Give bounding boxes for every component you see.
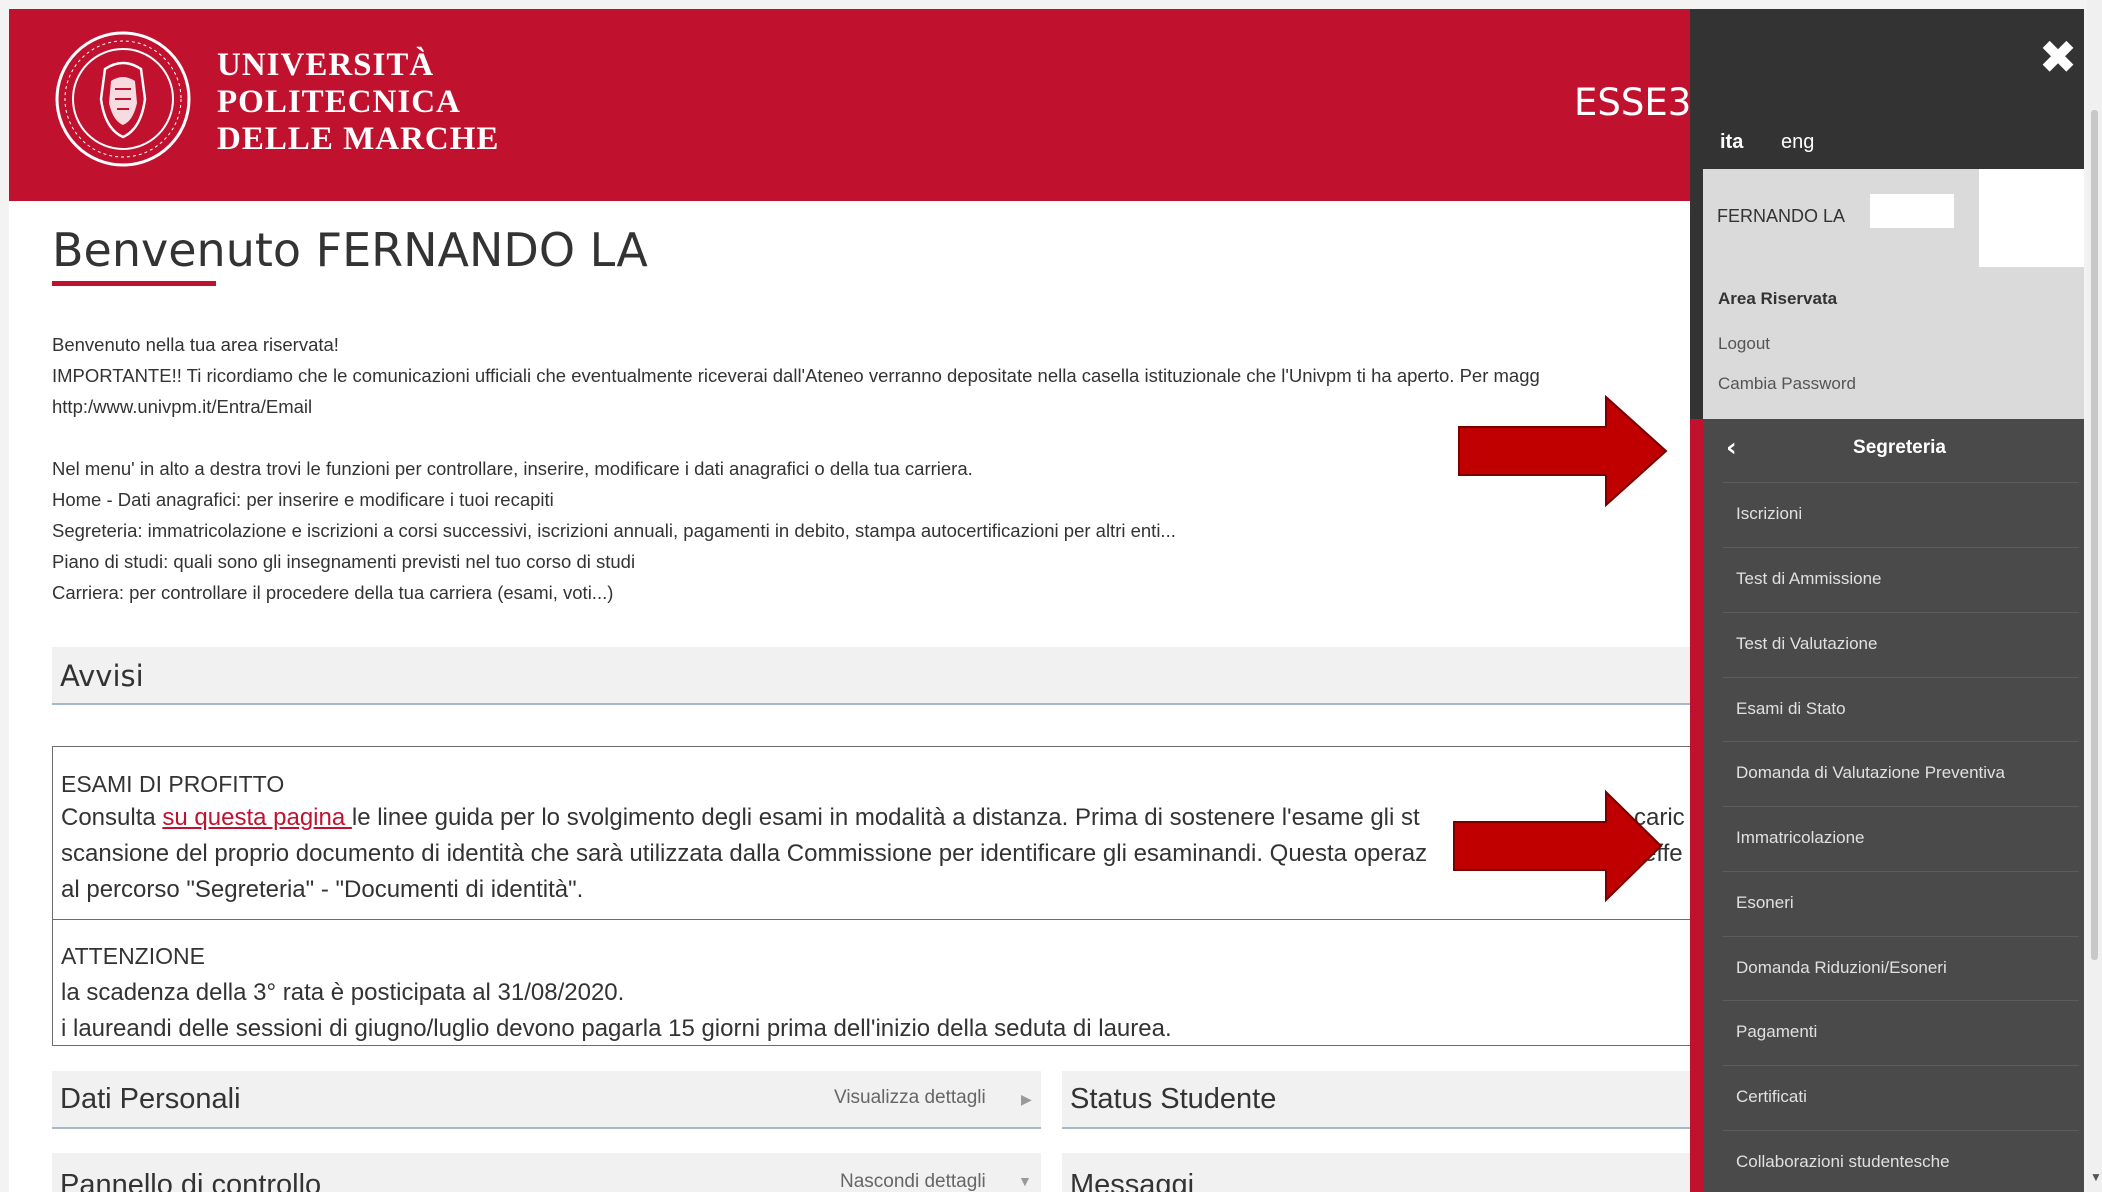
menu-item-pagamenti[interactable]: Pagamenti <box>1723 1000 2079 1064</box>
university-seal-logo[interactable] <box>53 29 193 169</box>
menu-item-label: Test di Valutazione <box>1736 634 1878 653</box>
intro-line: Piano di studi: quali sono gli insegname… <box>52 551 636 572</box>
menu-item-esami-stato[interactable]: Esami di Stato <box>1723 677 2079 741</box>
notice-line: Consulta su questa pagina le linee guida… <box>61 804 1420 832</box>
intro-line: Segreteria: immatricolazione e iscrizion… <box>52 520 1176 541</box>
pannello-controllo-title: Pannello di controllo <box>60 1169 322 1192</box>
email-link[interactable]: http:/www.univpm.it/Entra/Email <box>52 396 312 418</box>
messaggi-title: Messaggi <box>1070 1169 1195 1192</box>
user-panel: FERNANDO LA Area Riservata Logout Cambia… <box>1703 169 2084 419</box>
notice-line: al percorso "Segreteria" - "Documenti di… <box>61 876 584 903</box>
avvisi-title: Avvisi <box>60 659 144 693</box>
intro-line: Carriera: per controllare il procedere d… <box>52 582 614 603</box>
scrollbar-thumb[interactable] <box>2091 110 2098 960</box>
nascondi-dettagli-link[interactable]: Nascondi dettagli <box>840 1171 986 1192</box>
dati-personali-panel: Dati Personali Visualizza dettagli ▶ <box>52 1071 1041 1129</box>
guidelines-link[interactable]: su questa pagina <box>162 804 351 831</box>
notice-line: i laureandi delle sessioni di giugno/lug… <box>61 1015 1172 1042</box>
notice-title: ESAMI DI PROFITTO <box>61 771 285 797</box>
redaction-box <box>1870 194 1954 228</box>
change-password-link[interactable]: Cambia Password <box>1718 374 1856 394</box>
status-studente-title: Status Studente <box>1070 1083 1277 1115</box>
scrollbar[interactable]: ▼ <box>2087 0 2102 1192</box>
menu-item-label: Domanda Riduzioni/Esoneri <box>1736 958 1947 977</box>
notice-title: ATTENZIONE <box>61 943 205 969</box>
avvisi-section-header: Avvisi <box>52 647 1692 705</box>
menu-item-label: Iscrizioni <box>1736 504 1803 523</box>
university-name-line-2: POLITECNICA <box>217 84 461 120</box>
screenshot-frame: UNIVERSITÀ POLITECNICA DELLE MARCHE ESSE… <box>0 0 2102 1192</box>
notice-divider <box>53 919 1691 920</box>
menu-item-immatricolazione[interactable]: Immatricolazione <box>1723 806 2079 870</box>
language-ita[interactable]: ita <box>1720 131 1743 154</box>
page: UNIVERSITÀ POLITECNICA DELLE MARCHE ESSE… <box>9 9 2084 1192</box>
messaggi-panel: Messaggi <box>1062 1153 1702 1192</box>
red-arrow-icon <box>1458 394 1668 508</box>
intro-line: Benvenuto nella tua area riservata! <box>52 334 339 355</box>
logout-link[interactable]: Logout <box>1718 334 1770 354</box>
scroll-down-icon[interactable]: ▼ <box>2090 1170 2102 1184</box>
close-icon[interactable]: ✖ <box>2036 34 2080 80</box>
caret-right-icon[interactable]: ▶ <box>1021 1091 1032 1108</box>
user-photo-placeholder <box>1979 169 2084 267</box>
university-name-line-3: DELLE MARCHE <box>217 121 500 157</box>
intro-line: IMPORTANTE!! Ti ricordiamo che le comuni… <box>52 365 1540 386</box>
notice-line: scansione del proprio documento di ident… <box>61 840 1428 867</box>
status-studente-panel: Status Studente <box>1062 1071 1702 1129</box>
user-name: FERNANDO LA <box>1717 206 1846 226</box>
menu-item-iscrizioni[interactable]: Iscrizioni <box>1723 482 2079 546</box>
menu-item-test-valutazione[interactable]: Test di Valutazione <box>1723 612 2079 676</box>
menu-item-label: Domanda di Valutazione Preventiva <box>1736 763 2006 782</box>
language-eng[interactable]: eng <box>1781 131 1814 154</box>
page-title: Benvenuto FERNANDO LA <box>52 223 648 277</box>
notice-line: la scadenza della 3° rata è posticipata … <box>61 979 625 1006</box>
title-underline <box>52 281 216 286</box>
menu-section-title: Segreteria <box>1853 437 1946 458</box>
menu-item-label: Test di Ammissione <box>1736 569 1882 588</box>
segreteria-menu: ‹ Segreteria Iscrizioni Test di Ammissio… <box>1690 419 2084 1192</box>
menu-header: ‹ Segreteria <box>1703 419 2084 482</box>
menu-item-riduzioni-esoneri[interactable]: Domanda Riduzioni/Esoneri <box>1723 936 2079 1000</box>
intro-line: Nel menu' in alto a destra trovi le funz… <box>52 458 973 479</box>
menu-item-test-ammissione[interactable]: Test di Ammissione <box>1723 547 2079 611</box>
dati-personali-title: Dati Personali <box>60 1083 241 1115</box>
notice-box: ESAMI DI PROFITTO Consulta su questa pag… <box>52 746 1692 1046</box>
menu-item-esoneri[interactable]: Esoneri <box>1723 871 2079 935</box>
red-arrow-icon <box>1453 789 1663 903</box>
notice-text-fragment: le linee guida per lo svolgimento degli … <box>351 804 1420 831</box>
university-name-line-1: UNIVERSITÀ <box>217 47 435 83</box>
pannello-controllo-panel: Pannello di controllo Nascondi dettagli … <box>52 1153 1041 1192</box>
menu-item-label: Certificati <box>1736 1087 1807 1106</box>
side-menu-top: ✖ ita eng <box>1690 9 2084 169</box>
menu-item-label: Immatricolazione <box>1736 828 1865 847</box>
menu-item-label: Pagamenti <box>1736 1022 1818 1041</box>
notice-text-fragment: Consulta <box>61 804 163 831</box>
visualizza-dettagli-link[interactable]: Visualizza dettagli <box>834 1087 986 1109</box>
menu-item-label: Esami di Stato <box>1736 699 1846 718</box>
side-menu: ✖ ita eng FERNANDO LA Area Riservata Log… <box>1690 9 2084 1192</box>
menu-item-label: Esoneri <box>1736 893 1794 912</box>
menu-item-collaborazioni[interactable]: Collaborazioni studentesche <box>1723 1130 2079 1192</box>
menu-item-valutazione-preventiva[interactable]: Domanda di Valutazione Preventiva <box>1723 741 2079 805</box>
area-riservata-label: Area Riservata <box>1718 289 1838 308</box>
caret-down-icon[interactable]: ▼ <box>1018 1173 1032 1189</box>
menu-item-certificati[interactable]: Certificati <box>1723 1065 2079 1129</box>
system-name: ESSE3 <box>1574 81 1692 124</box>
intro-line: Home - Dati anagrafici: per inserire e m… <box>52 489 554 510</box>
menu-item-label: Collaborazioni studentesche <box>1736 1152 1950 1171</box>
